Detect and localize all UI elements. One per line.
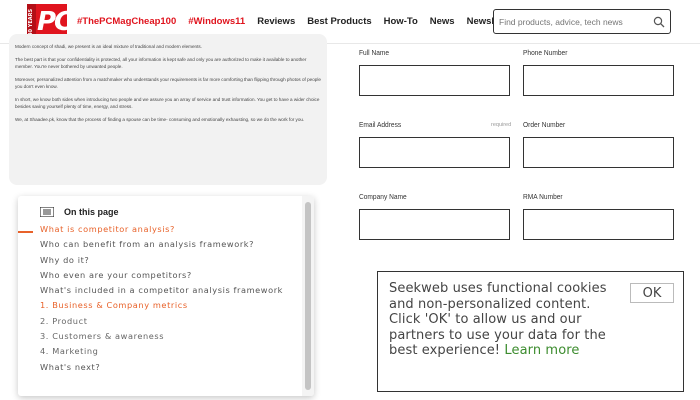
phone-number-label: Phone Number <box>523 48 568 57</box>
email-address-input[interactable] <box>360 138 509 167</box>
toc-header: On this page <box>40 207 119 217</box>
phone-number-field[interactable] <box>523 65 674 96</box>
nav-item-windows11[interactable]: #Windows11 <box>188 16 245 27</box>
learn-more-link[interactable]: Learn more <box>504 343 579 358</box>
company-name-input[interactable] <box>360 210 509 239</box>
cookie-message: Seekweb uses functional cookies and non-… <box>389 281 609 359</box>
article-paragraph: In short, we know both sides when introd… <box>15 97 320 109</box>
rma-number-field[interactable] <box>523 209 674 240</box>
search-icon[interactable] <box>653 16 665 28</box>
rma-number-label: RMA Number <box>523 192 563 201</box>
main-nav: #ThePCMagCheap100 #Windows11 Reviews Bes… <box>77 16 520 27</box>
required-indicator: required <box>491 122 512 128</box>
article-paragraph: Modern concept of shadi, we present is a… <box>15 44 202 49</box>
cookie-ok-button[interactable]: OK <box>630 283 674 303</box>
toc-subitem[interactable]: 4. Marketing <box>40 347 302 356</box>
nav-item-reviews[interactable]: Reviews <box>257 16 295 27</box>
toc-title: On this page <box>64 207 119 217</box>
toc-item[interactable]: Who even are your competitors? <box>40 270 302 280</box>
article-paragraph: We, at Shaadee.pk, know that the process… <box>15 117 305 123</box>
toc-scrollbar-track[interactable] <box>302 196 314 396</box>
order-number-field[interactable] <box>523 137 674 168</box>
toc-scrollbar-thumb[interactable] <box>305 202 311 390</box>
table-of-contents: On this page What is competitor analysis… <box>18 196 314 396</box>
nav-item-how-to[interactable]: How-To <box>384 16 418 27</box>
cookie-banner: Seekweb uses functional cookies and non-… <box>377 271 684 392</box>
phone-number-input[interactable] <box>524 66 673 95</box>
full-name-field[interactable] <box>359 65 510 96</box>
company-name-field[interactable] <box>359 209 510 240</box>
toc-subitem[interactable]: 2. Product <box>40 316 302 326</box>
rma-number-input[interactable] <box>524 210 673 239</box>
article-paragraph: The best part is that your confidentiali… <box>15 57 307 69</box>
toc-list: What is competitor analysis? Who can bene… <box>40 225 302 378</box>
order-number-input[interactable] <box>524 138 673 167</box>
full-name-label: Full Name <box>359 48 390 57</box>
search-input[interactable] <box>499 14 649 30</box>
toc-subitem[interactable]: 1. Business & Company metrics <box>40 301 302 310</box>
toc-item[interactable]: What's next? <box>40 362 302 372</box>
article-text-panel: Modern concept of shadi, we present is a… <box>9 34 327 185</box>
toc-active-indicator <box>18 231 33 233</box>
list-icon <box>40 207 54 217</box>
toc-subitem[interactable]: 3. Customers & awareness <box>40 332 302 341</box>
company-name-label: Company Name <box>359 192 407 201</box>
full-name-input[interactable] <box>360 66 509 95</box>
email-address-field[interactable] <box>359 137 510 168</box>
toc-item[interactable]: What is competitor analysis? <box>40 225 302 234</box>
email-address-label: Email Address <box>359 120 402 129</box>
order-number-label: Order Number <box>523 120 566 129</box>
toc-item[interactable]: What's included in a competitor analysis… <box>40 286 302 295</box>
search-box <box>493 9 671 34</box>
toc-item[interactable]: Why do it? <box>40 255 302 265</box>
toc-item[interactable]: Who can benefit from an analysis framewo… <box>40 240 302 249</box>
nav-item-cheap100[interactable]: #ThePCMagCheap100 <box>77 16 176 27</box>
nav-item-best-products[interactable]: Best Products <box>307 16 371 27</box>
article-paragraph: Moreover, personalized attention from a … <box>15 77 321 89</box>
nav-item-news[interactable]: News <box>430 16 455 27</box>
